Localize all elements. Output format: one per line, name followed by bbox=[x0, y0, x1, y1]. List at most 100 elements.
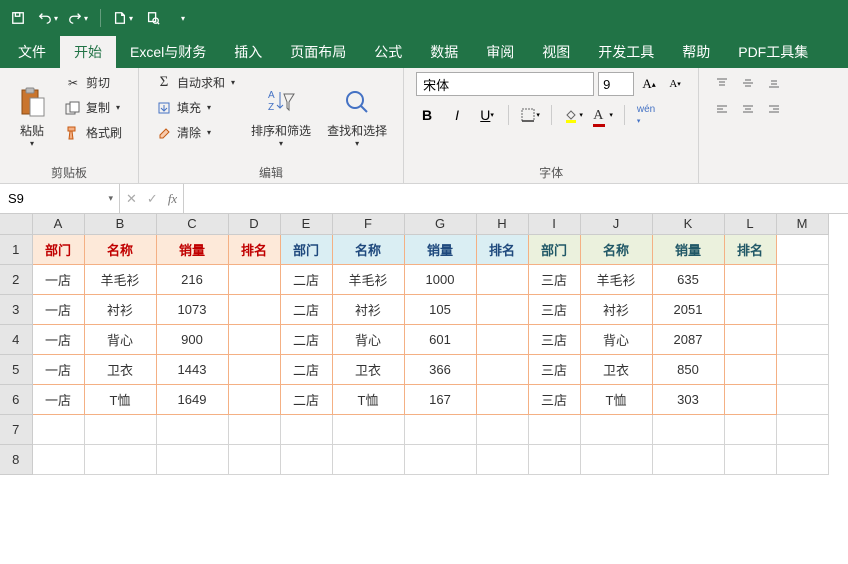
cell[interactable] bbox=[32, 414, 84, 444]
find-select-button[interactable]: 查找和选择▾ bbox=[323, 72, 391, 160]
cell[interactable] bbox=[228, 444, 280, 474]
align-middle-icon[interactable] bbox=[737, 72, 759, 94]
fx-icon[interactable]: fx bbox=[168, 191, 177, 207]
col-header[interactable]: K bbox=[652, 214, 724, 234]
tab-excel-finance[interactable]: Excel与财务 bbox=[116, 36, 220, 68]
row-header[interactable]: 2 bbox=[0, 264, 32, 294]
fill-color-button[interactable]: ▾ bbox=[562, 104, 584, 126]
cell[interactable]: 名称 bbox=[84, 234, 156, 264]
cell[interactable] bbox=[776, 384, 828, 414]
cell[interactable]: T恤 bbox=[332, 384, 404, 414]
cell[interactable]: 1073 bbox=[156, 294, 228, 324]
col-header[interactable]: H bbox=[476, 214, 528, 234]
cell[interactable]: 601 bbox=[404, 324, 476, 354]
cell[interactable]: 卫衣 bbox=[332, 354, 404, 384]
cell[interactable] bbox=[404, 444, 476, 474]
cell[interactable]: 850 bbox=[652, 354, 724, 384]
cell[interactable]: 名称 bbox=[332, 234, 404, 264]
select-all-corner[interactable] bbox=[0, 214, 32, 234]
font-size-input[interactable] bbox=[598, 72, 634, 96]
align-bottom-icon[interactable] bbox=[763, 72, 785, 94]
cell[interactable] bbox=[332, 414, 404, 444]
cell[interactable]: 背心 bbox=[84, 324, 156, 354]
cell[interactable] bbox=[724, 444, 776, 474]
format-painter-button[interactable]: 格式刷 bbox=[60, 122, 126, 143]
cell[interactable] bbox=[476, 414, 528, 444]
row-header[interactable]: 5 bbox=[0, 354, 32, 384]
cell[interactable]: T恤 bbox=[580, 384, 652, 414]
cell[interactable] bbox=[580, 444, 652, 474]
cell[interactable]: 羊毛衫 bbox=[580, 264, 652, 294]
redo-icon[interactable]: ▾ bbox=[68, 8, 88, 28]
cell[interactable]: 366 bbox=[404, 354, 476, 384]
cell[interactable]: 二店 bbox=[280, 294, 332, 324]
row-header[interactable]: 3 bbox=[0, 294, 32, 324]
col-header[interactable]: D bbox=[228, 214, 280, 234]
cell[interactable] bbox=[332, 444, 404, 474]
tab-developer[interactable]: 开发工具 bbox=[584, 36, 668, 68]
cell[interactable] bbox=[84, 414, 156, 444]
cell[interactable] bbox=[228, 354, 280, 384]
cell[interactable]: 羊毛衫 bbox=[332, 264, 404, 294]
cell[interactable]: 销量 bbox=[404, 234, 476, 264]
cell[interactable]: 303 bbox=[652, 384, 724, 414]
cell[interactable] bbox=[776, 234, 828, 264]
border-button[interactable]: ▾ bbox=[519, 104, 541, 126]
cell[interactable]: 二店 bbox=[280, 354, 332, 384]
cell[interactable]: 排名 bbox=[476, 234, 528, 264]
cell[interactable]: 一店 bbox=[32, 264, 84, 294]
phonetic-button[interactable]: wén▾ bbox=[635, 104, 657, 126]
col-header[interactable]: J bbox=[580, 214, 652, 234]
cell[interactable]: 105 bbox=[404, 294, 476, 324]
paste-button[interactable]: 粘贴 ▾ bbox=[12, 72, 52, 160]
cell[interactable] bbox=[724, 324, 776, 354]
tab-help[interactable]: 帮助 bbox=[668, 36, 724, 68]
cell[interactable] bbox=[776, 444, 828, 474]
cell[interactable] bbox=[776, 294, 828, 324]
cell[interactable]: 167 bbox=[404, 384, 476, 414]
cell[interactable] bbox=[228, 324, 280, 354]
autosum-button[interactable]: Σ自动求和▾ bbox=[151, 72, 239, 93]
cell[interactable] bbox=[528, 414, 580, 444]
col-header[interactable]: I bbox=[528, 214, 580, 234]
tab-data[interactable]: 数据 bbox=[416, 36, 472, 68]
cell[interactable] bbox=[580, 414, 652, 444]
cell[interactable] bbox=[652, 444, 724, 474]
cell[interactable]: 衬衫 bbox=[580, 294, 652, 324]
cell[interactable]: 衬衫 bbox=[332, 294, 404, 324]
cell[interactable]: 排名 bbox=[228, 234, 280, 264]
cell[interactable] bbox=[156, 414, 228, 444]
cut-button[interactable]: ✂剪切 bbox=[60, 72, 126, 93]
col-header[interactable]: M bbox=[776, 214, 828, 234]
cell[interactable]: 1443 bbox=[156, 354, 228, 384]
col-header[interactable]: C bbox=[156, 214, 228, 234]
cell[interactable]: 1000 bbox=[404, 264, 476, 294]
col-header[interactable]: B bbox=[84, 214, 156, 234]
cell[interactable]: 635 bbox=[652, 264, 724, 294]
cell[interactable]: 900 bbox=[156, 324, 228, 354]
tab-pdf[interactable]: PDF工具集 bbox=[724, 36, 822, 68]
col-header[interactable]: E bbox=[280, 214, 332, 234]
cell[interactable]: 三店 bbox=[528, 384, 580, 414]
cell[interactable]: 卫衣 bbox=[580, 354, 652, 384]
cell[interactable]: 衬衫 bbox=[84, 294, 156, 324]
cell[interactable] bbox=[404, 414, 476, 444]
cell[interactable] bbox=[228, 384, 280, 414]
row-header[interactable]: 6 bbox=[0, 384, 32, 414]
cell[interactable] bbox=[724, 414, 776, 444]
copy-button[interactable]: 复制▾ bbox=[60, 97, 126, 118]
name-box[interactable]: S9 bbox=[0, 184, 120, 213]
cell[interactable] bbox=[724, 294, 776, 324]
new-file-icon[interactable]: ▾ bbox=[113, 8, 133, 28]
tab-insert[interactable]: 插入 bbox=[220, 36, 276, 68]
row-header[interactable]: 4 bbox=[0, 324, 32, 354]
cell[interactable]: 二店 bbox=[280, 324, 332, 354]
col-header[interactable]: L bbox=[724, 214, 776, 234]
font-name-input[interactable] bbox=[416, 72, 594, 96]
tab-file[interactable]: 文件 bbox=[4, 36, 60, 68]
cell[interactable] bbox=[476, 294, 528, 324]
cell[interactable]: 三店 bbox=[528, 324, 580, 354]
cell[interactable]: 名称 bbox=[580, 234, 652, 264]
cell[interactable] bbox=[476, 264, 528, 294]
cell[interactable]: 2087 bbox=[652, 324, 724, 354]
